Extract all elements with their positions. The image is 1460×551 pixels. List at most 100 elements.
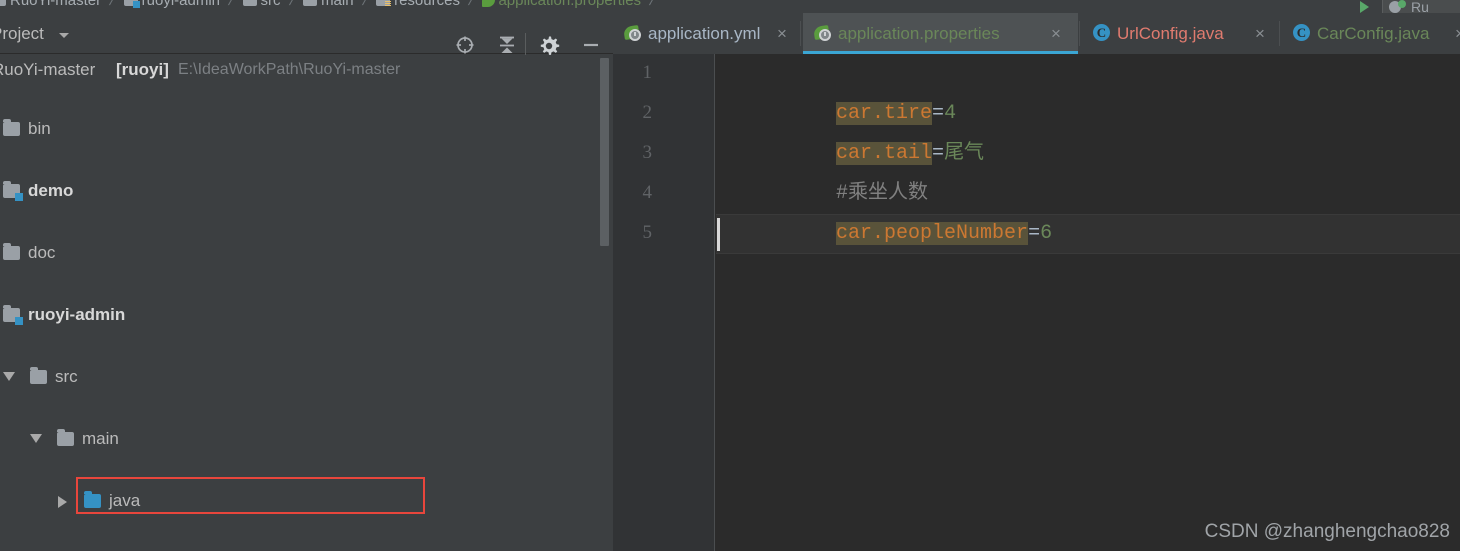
spring-leaf-icon [813, 24, 832, 42]
project-panel-header: Project [0, 13, 613, 55]
run-status-dot-icon [1398, 0, 1406, 8]
tree-item-label: src [55, 367, 78, 386]
run-icon[interactable] [1360, 1, 1369, 13]
breadcrumb-label: resources [394, 0, 460, 9]
tab-divider [1279, 21, 1280, 46]
breadcrumb-item-main[interactable]: main [303, 0, 354, 11]
tree-item-label: bin [28, 119, 51, 138]
folder-icon [3, 243, 20, 260]
equals-sign: = [932, 142, 945, 165]
breadcrumb-label: application.properties [498, 0, 642, 9]
module-folder-icon [3, 181, 23, 201]
tab-label: CarConfig.java [1317, 24, 1430, 43]
breadcrumb-separator: / [226, 0, 236, 9]
property-value: 6 [1040, 222, 1053, 245]
editor-area: application.yml × application.properties… [613, 13, 1460, 551]
java-class-icon: C [1093, 24, 1110, 41]
tree-row-project-root[interactable]: RuoYi-master [ruoyi] E:\IdeaWorkPath\Ruo… [0, 55, 613, 84]
code-line-2[interactable]: car.tail=尾气 [716, 94, 984, 165]
tab-divider [1079, 21, 1080, 46]
tree-row-demo[interactable]: demo [0, 175, 613, 206]
close-icon[interactable]: × [1455, 13, 1460, 54]
breadcrumb-separator: / [287, 0, 297, 9]
tab-label: application.properties [838, 24, 1000, 43]
breadcrumb-item-ruoyi-master[interactable]: RuoYi-master [0, 0, 101, 11]
breadcrumb: RuoYi-master / ruoyi-admin / src / main … [0, 0, 1460, 13]
breadcrumb-label: RuoYi-master [10, 0, 102, 9]
line-number: 1 [642, 62, 653, 83]
code-content[interactable]: car.tire=4 car.tail=尾气 #乘坐人数 car.peopleN… [716, 54, 1460, 551]
equals-sign: = [1028, 222, 1041, 245]
line-number: 5 [642, 222, 653, 243]
resources-folder-icon [376, 0, 392, 7]
project-tree[interactable]: RuoYi-master [ruoyi] E:\IdeaWorkPath\Ruo… [0, 55, 613, 551]
tab-carconfig-java[interactable]: C CarConfig.java × [1282, 13, 1460, 54]
toolbar-divider [525, 33, 526, 55]
folder-icon [3, 119, 20, 136]
breadcrumb-item-resources[interactable]: resources [376, 0, 460, 11]
idea-window: RuoYi-master / ruoyi-admin / src / main … [0, 0, 1460, 551]
close-icon[interactable]: × [1051, 13, 1061, 54]
line-number: 2 [642, 102, 653, 123]
tree-item-label: java [109, 491, 141, 510]
breadcrumb-item-ruoyi-admin[interactable]: ruoyi-admin [123, 0, 221, 11]
line-number: 3 [642, 142, 653, 163]
code-editor[interactable]: 1 2 3 4 5 car.tire=4 car.tail=尾气 #乘坐人数 c… [613, 54, 1460, 551]
breadcrumb-separator: / [466, 0, 476, 9]
tab-divider [800, 21, 801, 46]
folder-icon [242, 0, 257, 6]
chevron-down-icon[interactable] [30, 434, 42, 443]
folder-icon [57, 429, 74, 446]
tree-item-label: demo [28, 181, 74, 200]
editor-tab-bar: application.yml × application.properties… [613, 13, 1460, 54]
code-line-3[interactable]: #乘坐人数 [716, 134, 928, 205]
project-panel-title[interactable]: Project [0, 24, 44, 44]
line-number: 4 [642, 182, 653, 203]
breadcrumb-label: main [321, 0, 354, 9]
breadcrumb-item-application-properties[interactable]: application.properties [482, 0, 641, 11]
tree-row-resources[interactable]: resources [0, 547, 613, 551]
tree-row-src[interactable]: src [0, 361, 613, 392]
tree-row-ruoyi-admin[interactable]: ruoyi-admin [0, 299, 613, 330]
project-root-module: [ruoyi] [116, 60, 169, 79]
spring-leaf-icon [482, 0, 496, 7]
breadcrumb-item-src[interactable]: src [242, 0, 281, 11]
module-folder-icon [3, 305, 23, 325]
scrollbar-thumb[interactable] [600, 58, 609, 246]
tab-urlconfig-java[interactable]: C UrlConfig.java × [1082, 13, 1278, 54]
breadcrumb-label: ruoyi-admin [141, 0, 221, 9]
close-icon[interactable]: × [1255, 13, 1265, 54]
tree-item-label: resources [110, 547, 185, 551]
folder-icon [303, 0, 318, 6]
property-value: 尾气 [944, 142, 985, 165]
breadcrumb-label: src [260, 0, 281, 9]
run-configuration-label: Ru [1411, 0, 1429, 14]
tree-row-doc[interactable]: doc [0, 237, 613, 268]
run-configuration-selector[interactable]: Ru [1382, 0, 1460, 14]
folder-icon [0, 0, 6, 6]
spring-leaf-icon [623, 24, 642, 42]
chevron-right-icon[interactable] [58, 496, 67, 508]
tab-label: UrlConfig.java [1117, 24, 1224, 43]
folder-icon [30, 367, 47, 384]
run-toolbar: Ru [1340, 0, 1460, 14]
breadcrumb-separator: / [108, 0, 118, 9]
code-line-4[interactable]: car.peopleNumber=6 [716, 174, 1052, 245]
tree-row-java[interactable]: java [0, 485, 613, 516]
tab-label: application.yml [648, 24, 761, 43]
tab-application-yml[interactable]: application.yml × [613, 13, 799, 54]
code-line-1[interactable]: car.tire=4 [716, 54, 956, 125]
chevron-down-icon[interactable] [3, 372, 15, 381]
project-tool-window: Project [0, 13, 613, 551]
module-folder-icon [123, 0, 140, 8]
project-panel-scrollbar[interactable] [599, 58, 610, 318]
tab-application-properties[interactable]: application.properties × [803, 13, 1078, 54]
source-folder-icon [84, 491, 101, 508]
java-class-icon: C [1293, 24, 1310, 41]
tree-row-main[interactable]: main [0, 423, 613, 454]
tree-item-label: ruoyi-admin [28, 305, 126, 324]
project-root-path: E:\IdeaWorkPath\RuoYi-master [178, 61, 401, 78]
close-icon[interactable]: × [777, 13, 787, 54]
tree-row-bin[interactable]: bin [0, 113, 613, 144]
chevron-down-icon[interactable] [59, 33, 69, 38]
